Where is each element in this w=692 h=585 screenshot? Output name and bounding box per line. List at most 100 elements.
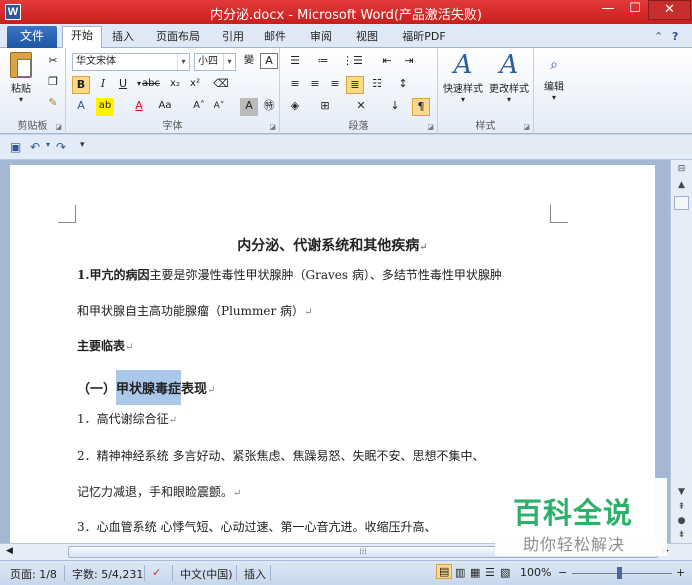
multilevel-list-icon[interactable]: ⋮☰ <box>342 53 363 71</box>
tab-references[interactable]: 引用 <box>216 28 250 48</box>
proofing-icon[interactable]: ✓ <box>152 566 161 579</box>
clipboard-launcher-icon[interactable]: ◪ <box>55 123 62 131</box>
language-indicator[interactable]: 中文(中国) <box>180 566 233 582</box>
save-icon[interactable]: ▣ <box>10 140 21 154</box>
align-left-icon[interactable]: ≡ <box>286 76 304 94</box>
vertical-scrollbar[interactable]: ⊟ ▲ ▼ ⇞ ● ⇟ <box>670 160 692 543</box>
highlight-button[interactable]: ab <box>96 98 114 116</box>
full-screen-reading-icon[interactable]: ▥ <box>455 566 465 579</box>
scroll-thumb[interactable] <box>674 196 689 210</box>
tab-home[interactable]: 开始 <box>62 26 102 49</box>
undo-icon[interactable]: ↶ <box>30 140 40 154</box>
browse-object-icon[interactable]: ● <box>674 516 689 526</box>
document-heading[interactable]: 内分泌、代谢系统和其他疾病↵ <box>10 235 655 255</box>
tab-mailings[interactable]: 邮件 <box>258 28 292 48</box>
paragraph-line-2[interactable]: 和甲状腺自主高功能腺瘤（Plummer 病）↵ <box>77 302 312 319</box>
quick-styles-button[interactable]: A 快速样式 ▾ <box>440 50 486 104</box>
word-count[interactable]: 字数: 5/4,231 <box>72 566 143 582</box>
editing-button[interactable]: ⌕ 编辑 ▾ <box>538 52 570 102</box>
chevron-down-icon[interactable]: ▾ <box>223 54 235 70</box>
paste-button[interactable]: 粘贴 ▾ <box>6 52 36 104</box>
format-painter-icon[interactable]: ✎ <box>44 95 62 113</box>
tab-file[interactable]: 文件 <box>7 26 57 48</box>
bold-button[interactable]: B <box>72 76 90 94</box>
customize-qat-icon[interactable]: ▾ <box>80 140 85 150</box>
clear-formatting-icon[interactable]: ⌫ <box>212 76 230 94</box>
font-name-combo[interactable]: 华文宋体 ▾ <box>72 53 190 71</box>
cut-icon[interactable]: ✂ <box>44 53 62 71</box>
strikethrough-button[interactable]: abc <box>142 76 160 94</box>
shrink-font-button[interactable]: A˅ <box>210 98 228 116</box>
tab-insert[interactable]: 插入 <box>106 28 140 48</box>
char-border-icon[interactable]: A <box>260 53 278 69</box>
minimize-button[interactable]: — <box>594 0 622 20</box>
zoom-out-button[interactable]: − <box>558 566 567 579</box>
paragraph-line-5[interactable]: 1．高代谢综合征↵ <box>77 410 177 427</box>
chevron-down-icon[interactable]: ▾ <box>177 54 189 70</box>
phonetic-guide-icon[interactable]: 變 <box>240 53 258 71</box>
numbering-icon[interactable]: ≔ <box>314 53 332 71</box>
italic-button[interactable]: I <box>94 76 112 94</box>
tab-foxit-pdf[interactable]: 福昕PDF <box>396 28 452 48</box>
zoom-slider-thumb[interactable] <box>617 567 622 579</box>
enclose-char-button[interactable]: ㊕ <box>260 98 278 116</box>
draft-view-icon[interactable]: ▧ <box>500 566 510 579</box>
change-case-button[interactable]: Aa <box>156 98 174 116</box>
line-spacing-icon[interactable]: ↕ <box>394 76 412 94</box>
help-icon[interactable]: ? <box>672 30 678 43</box>
align-center-icon[interactable]: ≡ <box>306 76 324 94</box>
ruler-toggle-icon[interactable]: ⊟ <box>674 164 689 174</box>
copy-icon[interactable]: ❐ <box>44 74 62 92</box>
maximize-button[interactable]: ☐ <box>622 0 648 20</box>
chinese-layout-icon[interactable]: ✕ <box>352 98 370 116</box>
close-button[interactable]: ✕ <box>648 0 691 20</box>
align-right-icon[interactable]: ≡ <box>326 76 344 94</box>
next-page-icon[interactable]: ⇟ <box>674 530 689 540</box>
print-layout-view-icon[interactable]: ▤ <box>436 564 453 579</box>
paragraph-line-4[interactable]: （一）甲状腺毒症表现↵ <box>77 370 215 405</box>
font-launcher-icon[interactable]: ◪ <box>269 123 276 131</box>
paragraph-line-6[interactable]: 2．精神神经系统 多言好动、紧张焦虑、焦躁易怒、失眠不安、思想不集中、 <box>77 447 484 464</box>
sort-icon[interactable]: ↓ <box>386 98 404 116</box>
increase-indent-icon[interactable]: ⇥ <box>400 53 418 71</box>
shading-icon[interactable]: ◈ <box>286 98 304 116</box>
paragraph-line-3[interactable]: 主要临表↵ <box>77 337 133 354</box>
distributed-icon[interactable]: ☷ <box>368 76 386 94</box>
tab-review[interactable]: 审阅 <box>304 28 338 48</box>
tab-view[interactable]: 视图 <box>350 28 384 48</box>
font-size-combo[interactable]: 小四 ▾ <box>194 53 236 71</box>
paste-label: 粘贴 <box>11 84 31 95</box>
chevron-down-icon[interactable]: ▾ <box>46 140 50 149</box>
paragraph-line-8[interactable]: 3．心血管系统 心悸气短、心动过速、第一心音亢进。收缩压升高、 <box>77 518 436 535</box>
text-effects-icon[interactable]: A <box>72 98 90 116</box>
justify-icon[interactable]: ≣ <box>346 76 364 94</box>
outline-view-icon[interactable]: ☰ <box>485 566 495 579</box>
scroll-left-icon[interactable]: ◀ <box>6 546 13 556</box>
bullets-icon[interactable]: ☰ <box>286 53 304 71</box>
grow-font-button[interactable]: A˄ <box>190 98 208 116</box>
ribbon-minimize-icon[interactable]: ⌃ <box>654 30 663 43</box>
insert-mode-indicator[interactable]: 插入 <box>244 566 266 582</box>
web-layout-icon[interactable]: ▦ <box>470 566 480 579</box>
subscript-button[interactable]: x₂ <box>166 76 184 94</box>
redo-icon[interactable]: ↷ <box>56 140 66 154</box>
zoom-level[interactable]: 100% <box>520 566 551 579</box>
scroll-up-icon[interactable]: ▲ <box>674 180 689 190</box>
char-shading-button[interactable]: A <box>240 98 258 116</box>
superscript-button[interactable]: x² <box>186 76 204 94</box>
decrease-indent-icon[interactable]: ⇤ <box>378 53 396 71</box>
previous-page-icon[interactable]: ⇞ <box>674 502 689 512</box>
zoom-in-button[interactable]: + <box>676 566 685 579</box>
paragraph-launcher-icon[interactable]: ◪ <box>427 123 434 131</box>
change-styles-button[interactable]: A 更改样式 ▾ <box>486 50 532 104</box>
paragraph-line-1[interactable]: 1.甲亢的病因主要是弥漫性毒性甲状腺肿（Graves 病）、多结节性毒性甲状腺肿 <box>77 266 502 283</box>
tab-page-layout[interactable]: 页面布局 <box>150 28 206 48</box>
styles-launcher-icon[interactable]: ◪ <box>523 123 530 131</box>
borders-icon[interactable]: ⊞ <box>316 98 334 116</box>
page-count[interactable]: 页面: 1/8 <box>10 566 57 582</box>
paragraph-line-7[interactable]: 记忆力减退，手和眼睑震颤。↵ <box>77 483 241 500</box>
zoom-slider[interactable] <box>572 573 672 574</box>
font-color-button[interactable]: A <box>130 98 148 116</box>
show-marks-icon[interactable]: ¶ <box>412 98 430 116</box>
scroll-down-icon[interactable]: ▼ <box>674 487 689 497</box>
